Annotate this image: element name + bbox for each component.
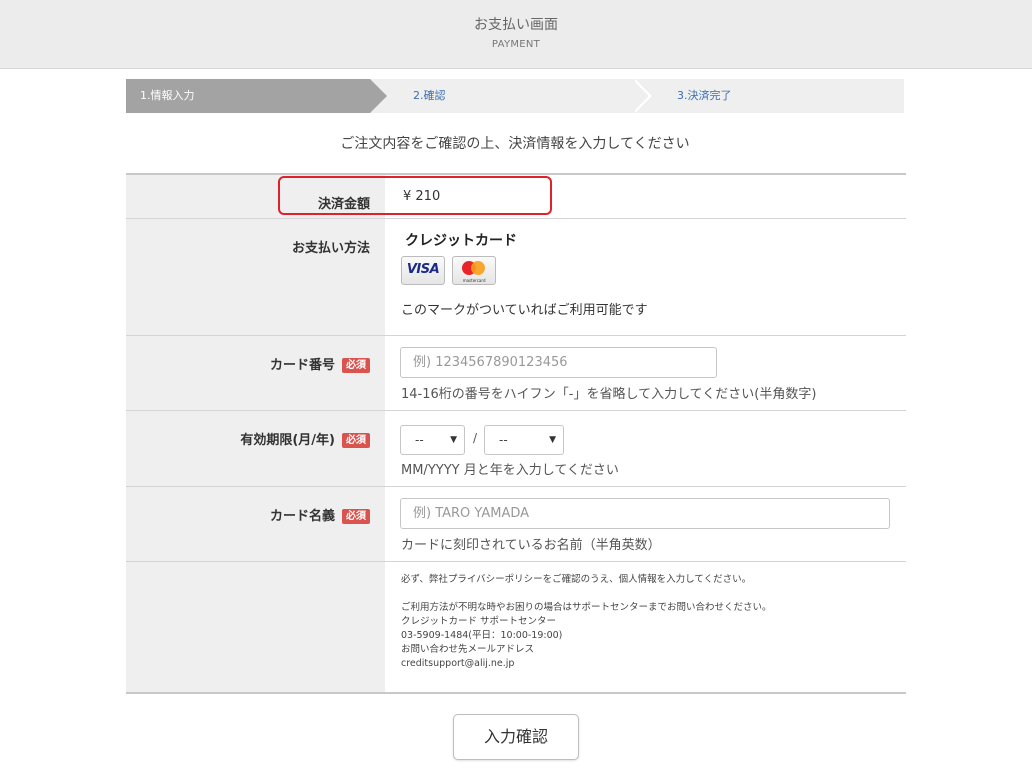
card-brands: VISA mastercard: [401, 256, 498, 285]
mastercard-logo-icon: mastercard: [452, 256, 497, 285]
page-header: お支払い画面 PAYMENT: [0, 0, 1032, 69]
expiry-separator: /: [473, 431, 478, 445]
row-notes: 必ず、弊社プライバシーポリシーをご確認のうえ、個人情報を入力してください。 ご利…: [126, 562, 906, 692]
amount-label: 決済金額: [317, 197, 370, 212]
row-card-number: カード番号 必須 例) 1234567890123456 14-16桁の番号をハイ…: [126, 336, 906, 411]
intro-text: ご注文内容をご確認の上、決済情報を入力してください: [340, 136, 690, 152]
row-expiry: 有効期限(月/年) 必須 -- ▼ / -- ▼ MM/YYYY 月と年を入力してくだ…: [126, 411, 906, 487]
card-number-label: カード番号: [269, 358, 335, 373]
step-confirm: 2.確認: [413, 89, 446, 102]
page-subtitle: PAYMENT: [491, 39, 541, 50]
support-email: creditsupport@alij.ne.jp: [401, 658, 515, 669]
dropdown-arrow-icon: ▼: [549, 435, 556, 445]
page-title: お支払い画面: [474, 17, 558, 33]
card-number-help: 14-16桁の番号をハイフン「-」を省略して入力してください(半角数字): [401, 387, 817, 402]
amount-value: ¥ 210: [403, 189, 441, 204]
payment-method-label: お支払い方法: [291, 241, 370, 256]
row-amount: 決済金額 ¥ 210: [126, 175, 906, 219]
payment-method-note: このマークがついていればご利用可能です: [401, 303, 648, 318]
required-badge: 必須: [342, 358, 370, 373]
expiry-month-select[interactable]: -- ▼: [400, 425, 465, 455]
expiry-help: MM/YYYY 月と年を入力してください: [401, 463, 619, 478]
step-separator-inner: [632, 79, 649, 113]
dropdown-arrow-icon: ▼: [450, 435, 457, 445]
required-badge: 必須: [342, 509, 370, 524]
step-complete: 3.決済完了: [677, 89, 732, 102]
payment-form: 決済金額 ¥ 210 お支払い方法 クレジットカード VISA masterca…: [126, 173, 906, 694]
step-input-arrow: [370, 79, 387, 113]
card-name-help: カードに刻印されているお名前（半角英数）: [401, 538, 661, 553]
row-card-name: カード名義 必須 例) TARO YAMADA カードに刻印されているお名前（半角…: [126, 487, 906, 562]
row-payment-method: お支払い方法 クレジットカード VISA mastercard このマークがつい…: [126, 219, 906, 336]
payment-method-name: クレジットカード: [405, 233, 517, 249]
expiry-label: 有効期限(月/年): [240, 433, 335, 448]
card-name-input[interactable]: 例) TARO YAMADA: [400, 498, 890, 529]
progress-steps: 1.情報入力 2.確認 3.決済完了: [126, 79, 904, 113]
card-number-input[interactable]: 例) 1234567890123456: [400, 347, 717, 378]
visa-logo-icon: VISA: [401, 256, 445, 285]
expiry-year-select[interactable]: -- ▼: [484, 425, 564, 455]
confirm-input-button[interactable]: 入力確認: [453, 714, 579, 760]
support-notes: 必ず、弊社プライバシーポリシーをご確認のうえ、個人情報を入力してください。 ご利…: [401, 574, 772, 669]
required-badge: 必須: [342, 433, 370, 448]
card-name-label: カード名義: [269, 509, 335, 524]
step-input: 1.情報入力: [126, 79, 370, 113]
